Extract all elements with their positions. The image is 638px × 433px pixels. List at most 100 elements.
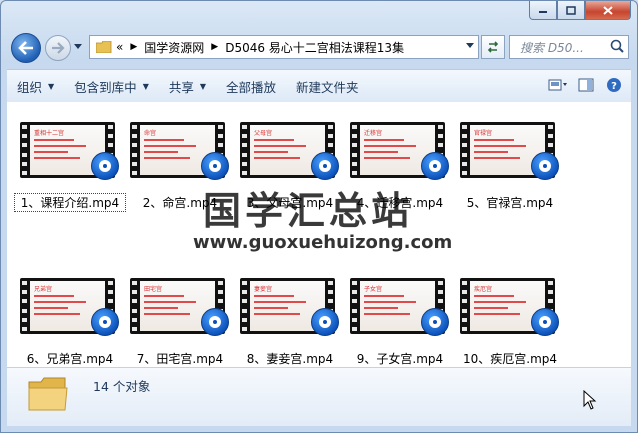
file-name: 6、兄弟宫.mp4 bbox=[26, 352, 114, 366]
file-item[interactable]: 重相十二宫 1、课程介绍.mp4 bbox=[14, 116, 126, 236]
file-name: 1、课程介绍.mp4 bbox=[14, 193, 126, 212]
video-thumbnail: 命宫 bbox=[130, 122, 229, 188]
play-all-label: 全部播放 bbox=[226, 79, 277, 95]
slide-title: 重相十二宫 bbox=[34, 130, 65, 137]
file-name: 10、疾厄宫.mp4 bbox=[462, 352, 558, 366]
recent-pages-button[interactable] bbox=[73, 41, 83, 53]
video-thumbnail: 重相十二宫 bbox=[20, 122, 119, 188]
file-name: 8、妻妾宫.mp4 bbox=[246, 352, 334, 366]
video-thumbnail: 迁移宫 bbox=[350, 122, 449, 188]
file-item[interactable]: 官禄宫 5、官禄宫.mp4 bbox=[455, 116, 565, 236]
file-list[interactable]: 国学汇总站 www.guoxuehuizong.com 重相十二宫 1、课程介绍.… bbox=[7, 102, 631, 368]
breadcrumb-separator-icon[interactable]: ▶ bbox=[211, 42, 218, 52]
help-button[interactable]: ? bbox=[603, 76, 625, 94]
media-player-icon bbox=[311, 152, 339, 180]
media-player-icon bbox=[91, 152, 119, 180]
media-player-icon bbox=[311, 308, 339, 336]
preview-pane-button[interactable] bbox=[575, 76, 597, 94]
media-player-icon bbox=[531, 152, 559, 180]
breadcrumb-item[interactable]: 国学资源网 bbox=[144, 39, 204, 56]
back-button[interactable] bbox=[11, 33, 41, 63]
breadcrumb-overflow[interactable]: « bbox=[116, 40, 123, 54]
minimize-icon bbox=[539, 11, 547, 13]
file-name: 4、迁移宫.mp4 bbox=[356, 196, 444, 210]
chevron-down-icon bbox=[466, 43, 474, 48]
command-bar: 组织 ▼ 包含到库中 ▼ 共享 ▼ 全部播放 新建文件夹 ? bbox=[7, 69, 631, 103]
file-name: 5、官禄宫.mp4 bbox=[466, 196, 554, 210]
media-player-icon bbox=[201, 308, 229, 336]
slide-title: 迁移宫 bbox=[364, 130, 383, 137]
preview-pane-icon bbox=[578, 78, 594, 92]
slide-title: 兄弟宫 bbox=[34, 286, 53, 293]
media-player-icon bbox=[421, 308, 449, 336]
refresh-button[interactable] bbox=[481, 35, 505, 59]
video-thumbnail: 妻妾宫 bbox=[240, 278, 339, 344]
file-item[interactable]: 兄弟宫 6、兄弟宫.mp4 bbox=[15, 272, 125, 367]
search-input[interactable]: 搜索 D50... bbox=[520, 39, 584, 56]
maximize-icon bbox=[566, 5, 576, 15]
slide-title: 命宫 bbox=[144, 130, 157, 137]
chevron-down-icon: ▼ bbox=[199, 81, 207, 91]
organize-label: 组织 bbox=[17, 79, 43, 95]
slide-title: 父母宫 bbox=[254, 130, 273, 137]
view-options-button[interactable] bbox=[547, 76, 569, 94]
file-name: 9、子女宫.mp4 bbox=[356, 352, 444, 366]
folder-icon bbox=[96, 41, 112, 53]
caption-buttons bbox=[529, 1, 631, 21]
view-icon bbox=[548, 79, 567, 91]
chevron-down-icon: ▼ bbox=[142, 81, 149, 91]
address-bar[interactable]: « ▶ 国学资源网 ▶ D5046 易心十二宫相法课程13集 bbox=[89, 35, 479, 59]
slide-title: 疾厄宫 bbox=[474, 286, 493, 293]
breadcrumb-item[interactable]: D5046 易心十二宫相法课程13集 bbox=[225, 39, 404, 56]
file-item[interactable]: 命宫 2、命宫.mp4 bbox=[125, 116, 235, 236]
include-library-label: 包含到库中 bbox=[74, 79, 137, 95]
chevron-down-icon: ▼ bbox=[48, 81, 55, 91]
share-menu[interactable]: 共享 ▼ bbox=[159, 70, 216, 102]
mouse-cursor-icon bbox=[583, 390, 597, 410]
video-thumbnail: 兄弟宫 bbox=[20, 278, 119, 344]
media-player-icon bbox=[421, 152, 449, 180]
new-folder-label: 新建文件夹 bbox=[296, 79, 359, 95]
slide-title: 妻妾宫 bbox=[254, 286, 273, 293]
slide-title: 官禄宫 bbox=[474, 130, 493, 137]
slide-title: 田宅宫 bbox=[144, 286, 163, 293]
arrow-right-icon bbox=[52, 42, 65, 54]
item-count: 14 个对象 bbox=[93, 379, 151, 394]
minimize-button[interactable] bbox=[529, 1, 557, 20]
address-dropdown-button[interactable] bbox=[464, 40, 476, 52]
file-item[interactable]: 妻妾宫 8、妻妾宫.mp4 bbox=[235, 272, 345, 367]
navigation-bar: « ▶ 国学资源网 ▶ D5046 易心十二宫相法课程13集 搜索 D50... bbox=[7, 31, 631, 63]
close-button[interactable] bbox=[585, 1, 631, 20]
new-folder-button[interactable]: 新建文件夹 bbox=[286, 70, 369, 102]
file-item[interactable]: 父母宫 3、父母宫.mp4 bbox=[235, 116, 345, 236]
video-thumbnail: 官禄宫 bbox=[460, 122, 559, 188]
refresh-icon bbox=[487, 41, 499, 53]
breadcrumb-separator-icon[interactable]: ▶ bbox=[130, 42, 137, 52]
help-icon: ? bbox=[607, 78, 621, 92]
video-thumbnail: 田宅宫 bbox=[130, 278, 229, 344]
video-thumbnail: 疾厄宫 bbox=[460, 278, 559, 344]
video-thumbnail: 父母宫 bbox=[240, 122, 339, 188]
maximize-button[interactable] bbox=[557, 1, 585, 20]
forward-button[interactable] bbox=[45, 35, 71, 61]
close-icon bbox=[603, 5, 613, 15]
arrow-left-icon bbox=[18, 41, 33, 55]
media-player-icon bbox=[531, 308, 559, 336]
include-in-library-menu[interactable]: 包含到库中 ▼ bbox=[64, 70, 159, 102]
search-box[interactable]: 搜索 D50... bbox=[509, 35, 629, 59]
file-item[interactable]: 子女宫 9、子女宫.mp4 bbox=[345, 272, 455, 367]
media-player-icon bbox=[201, 152, 229, 180]
file-item[interactable]: 疾厄宫 10、疾厄宫.mp4 bbox=[455, 272, 565, 367]
share-label: 共享 bbox=[168, 79, 194, 95]
search-icon bbox=[610, 39, 624, 53]
svg-text:?: ? bbox=[611, 81, 617, 92]
file-item[interactable]: 田宅宫 7、田宅宫.mp4 bbox=[125, 272, 235, 367]
file-name: 2、命宫.mp4 bbox=[142, 196, 218, 210]
organize-menu[interactable]: 组织 ▼ bbox=[7, 70, 64, 102]
slide-title: 子女宫 bbox=[364, 286, 383, 293]
folder-icon bbox=[28, 377, 68, 411]
file-item[interactable]: 迁移宫 4、迁移宫.mp4 bbox=[345, 116, 455, 236]
explorer-window: « ▶ 国学资源网 ▶ D5046 易心十二宫相法课程13集 搜索 D50...… bbox=[0, 0, 638, 433]
play-all-button[interactable]: 全部播放 bbox=[216, 70, 286, 102]
media-player-icon bbox=[91, 308, 119, 336]
